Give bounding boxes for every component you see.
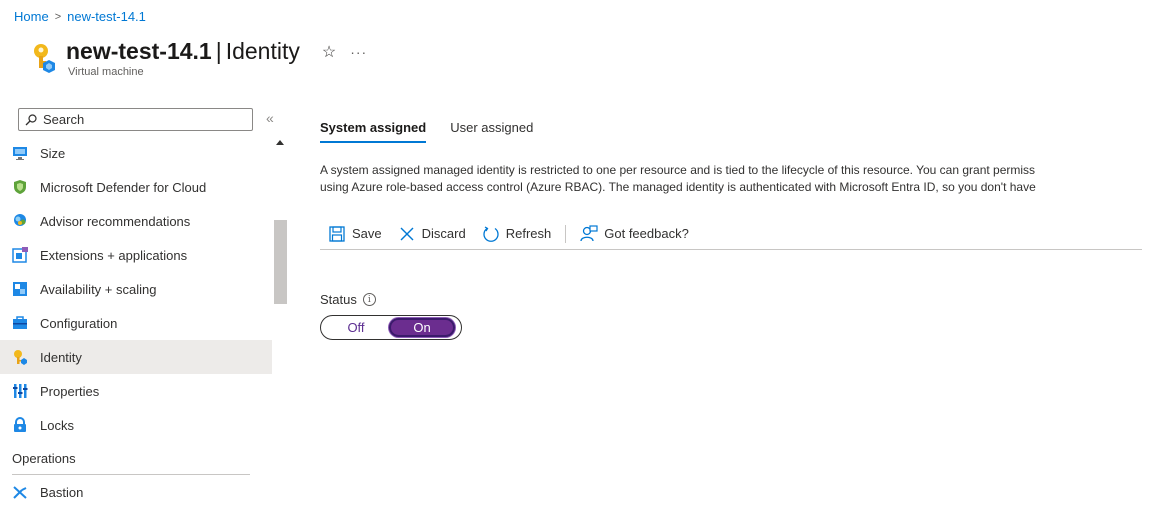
page-subtitle: Virtual machine	[68, 66, 144, 78]
description: A system assigned managed identity is re…	[320, 162, 1155, 196]
key-icon	[30, 42, 58, 74]
star-icon[interactable]: ☆	[322, 42, 336, 62]
breadcrumb-current[interactable]: new-test-14.1	[67, 9, 146, 24]
sidebar-item-label: Availability + scaling	[40, 281, 157, 297]
toolbar-separator	[565, 224, 567, 243]
scroll-up-arrow-icon[interactable]	[276, 140, 284, 145]
description-line-1: A system assigned managed identity is re…	[320, 163, 1036, 177]
sidebar-item-properties[interactable]: Properties	[0, 374, 272, 408]
description-line-2: using Azure role-based access control (A…	[320, 180, 1036, 194]
sidebar-item-bastion[interactable]: Bastion	[0, 475, 272, 509]
toggle-off-option[interactable]: Off	[323, 320, 389, 335]
sidebar-item-label: Size	[40, 145, 66, 161]
save-button[interactable]: Save	[320, 220, 390, 248]
sidebar-section-operations: Operations	[12, 450, 76, 466]
discard-label: Discard	[421, 226, 466, 241]
tab-system-assigned[interactable]: System assigned	[320, 120, 427, 143]
tab-user-assigned[interactable]: User assigned	[450, 120, 533, 143]
sidebar-item-configuration[interactable]: Configuration	[0, 306, 272, 340]
lock-icon	[12, 417, 28, 433]
refresh-button[interactable]: Refresh	[474, 220, 560, 248]
page-header: new-test-14.1 | Identity ☆ ··· Virtual m…	[30, 38, 367, 78]
sidebar-item-label: Locks	[40, 417, 74, 433]
sidebar-item-size[interactable]: Size	[0, 136, 272, 170]
tab-bar: System assigned User assigned	[320, 106, 1155, 143]
close-icon	[398, 225, 416, 243]
sidebar-item-locks[interactable]: Locks	[0, 408, 272, 442]
configuration-icon	[12, 315, 28, 331]
main-content: System assigned User assigned A system a…	[320, 106, 1155, 340]
breadcrumb-separator: >	[54, 10, 62, 23]
search-box[interactable]	[18, 108, 253, 131]
feedback-button[interactable]: Got feedback?	[572, 220, 697, 248]
advisor-icon	[12, 213, 28, 229]
breadcrumb-home[interactable]: Home	[14, 9, 49, 24]
properties-icon	[12, 383, 28, 399]
status-label: Status	[320, 292, 357, 307]
extensions-icon	[12, 247, 28, 263]
availability-icon	[12, 281, 28, 297]
breadcrumb: Home > new-test-14.1	[14, 9, 146, 24]
sidebar-item-label: Configuration	[40, 315, 118, 331]
scroll-thumb[interactable]	[274, 220, 287, 304]
sidebar-item-defender[interactable]: Microsoft Defender for Cloud	[0, 170, 272, 204]
sidebar-item-label: Identity	[40, 349, 82, 365]
title-separator: |	[215, 38, 222, 64]
sidebar-item-availability[interactable]: Availability + scaling	[0, 272, 272, 306]
toggle-on-option[interactable]: On	[389, 318, 455, 337]
sidebar: « Size Microsoft Defender for Cloud Advi…	[0, 106, 290, 519]
sidebar-item-label: Microsoft Defender for Cloud	[40, 179, 207, 195]
page-title-section: Identity	[225, 38, 300, 64]
info-icon[interactable]: i	[362, 293, 376, 306]
sidebar-item-identity[interactable]: Identity	[0, 340, 272, 374]
save-icon	[328, 225, 346, 243]
command-bar: Save Discard Refresh Got feedback?	[320, 218, 1142, 250]
bastion-icon	[12, 484, 28, 500]
refresh-icon	[482, 225, 500, 243]
sidebar-item-advisor[interactable]: Advisor recommendations	[0, 204, 272, 238]
status-label-row: Status i	[320, 292, 376, 307]
discard-button[interactable]: Discard	[390, 220, 474, 248]
page-title-resource: new-test-14.1	[66, 38, 212, 64]
sidebar-item-label: Extensions + applications	[40, 247, 188, 263]
sidebar-item-label: Properties	[40, 383, 100, 399]
search-icon	[25, 113, 37, 126]
size-icon	[12, 145, 28, 161]
sidebar-scrollbar[interactable]	[273, 136, 288, 519]
key-icon	[12, 349, 28, 365]
sidebar-item-extensions[interactable]: Extensions + applications	[0, 238, 272, 272]
collapse-icon[interactable]: «	[266, 110, 274, 126]
sidebar-item-label: Bastion	[40, 484, 84, 500]
refresh-label: Refresh	[505, 226, 552, 241]
feedback-label: Got feedback?	[604, 226, 689, 241]
status-toggle[interactable]: Off On	[320, 315, 462, 340]
feedback-icon	[580, 224, 598, 243]
sidebar-item-label: Advisor recommendations	[40, 213, 191, 229]
shield-icon	[12, 179, 28, 195]
sidebar-nav: Size Microsoft Defender for Cloud Adviso…	[0, 136, 272, 509]
save-label: Save	[352, 226, 382, 241]
ellipsis-icon[interactable]: ···	[350, 44, 367, 60]
search-input[interactable]	[43, 112, 243, 127]
